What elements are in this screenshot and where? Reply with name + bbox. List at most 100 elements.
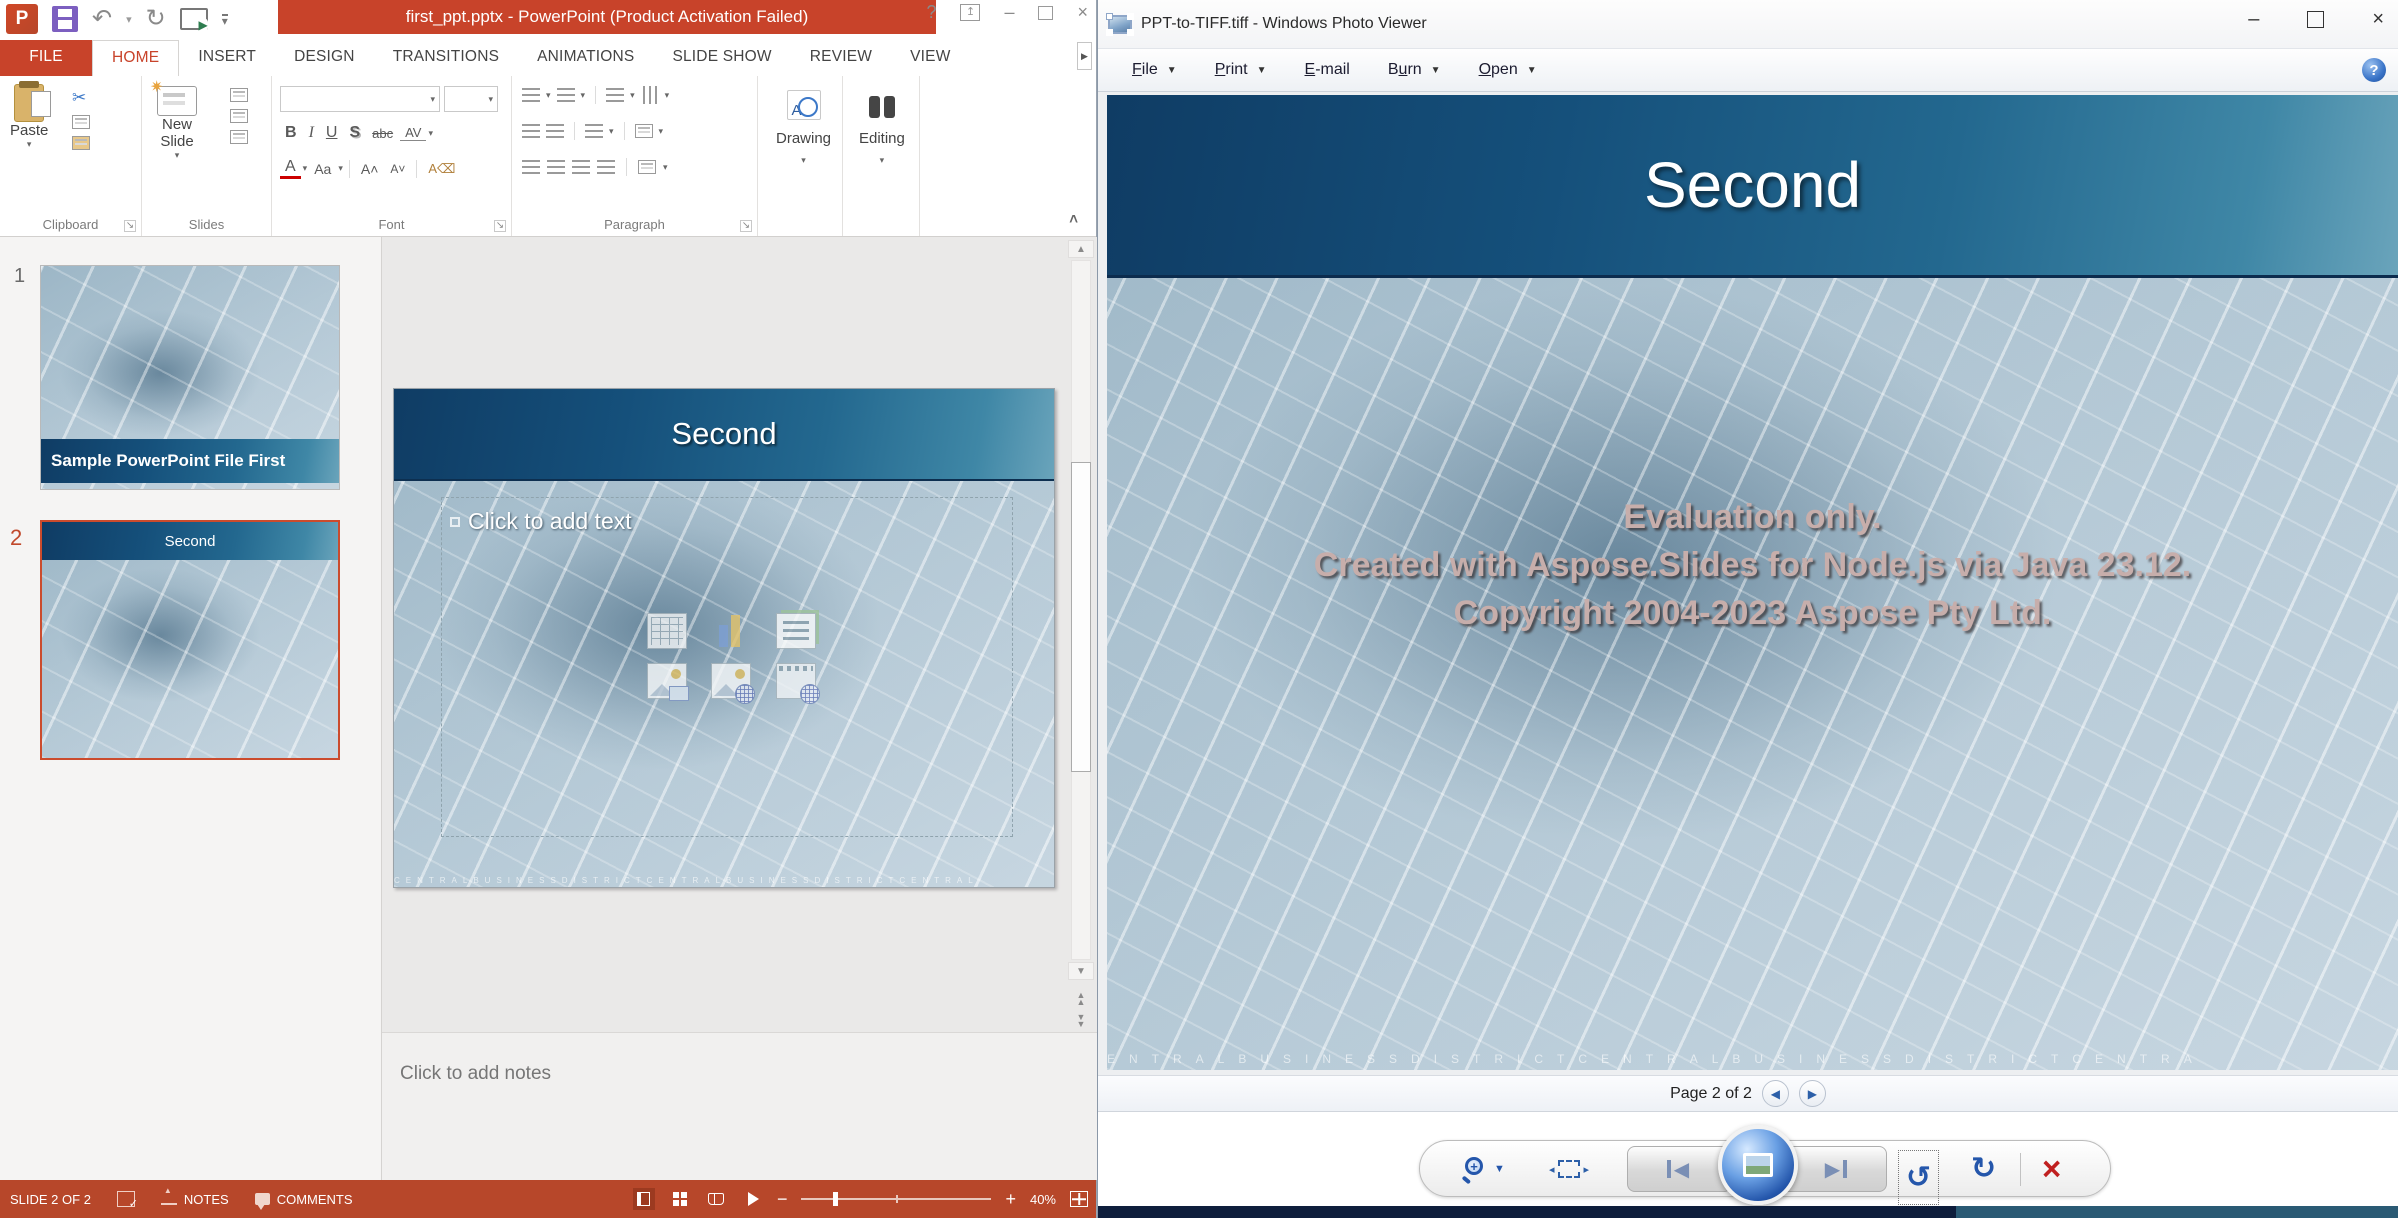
shrink-font-button[interactable]: A˅ [385,162,410,176]
tab-insert[interactable]: INSERT [179,40,275,76]
zoom-level[interactable]: 40% [1030,1192,1056,1207]
paste-dropdown-icon[interactable]: ▾ [27,139,32,150]
viewer-close-icon[interactable]: × [2372,8,2384,31]
insert-video-icon[interactable] [776,663,816,699]
content-placeholder[interactable]: Click to add text [441,497,1013,837]
delete-button[interactable]: × [2042,1141,2061,1196]
slide-thumbnail-1[interactable]: Sample PowerPoint File First [40,265,340,490]
menu-email[interactable]: E-mail [1305,61,1350,79]
spell-check-icon[interactable] [117,1191,135,1207]
grow-font-button[interactable]: A˄ [356,161,384,177]
scroll-up-icon[interactable]: ▲ [1068,240,1094,258]
font-size-dropdown-icon[interactable]: ▾ [488,94,493,105]
change-case-dropdown-icon[interactable]: ▾ [338,163,343,174]
tab-animations[interactable]: ANIMATIONS [518,40,653,76]
zoom-slider-thumb[interactable] [833,1192,838,1206]
comments-toggle[interactable]: COMMENTS [255,1192,353,1207]
tab-transitions[interactable]: TRANSITIONS [374,40,518,76]
text-shadow-button[interactable]: S [344,124,365,142]
font-size-select[interactable]: ▾ [444,86,498,112]
rotate-clockwise-button[interactable]: ↻ [1971,1141,1996,1196]
editing-button[interactable]: Editing ▾ [859,92,905,166]
normal-view-button[interactable] [633,1188,655,1210]
bold-button[interactable]: B [280,124,302,142]
help-icon[interactable]: ? [926,2,936,23]
paste-button[interactable]: Paste ▾ [10,84,48,150]
notes-pane[interactable]: Click to add notes [382,1032,1097,1180]
tab-design[interactable]: DESIGN [275,40,374,76]
copy-icon[interactable] [72,115,90,129]
clipboard-dialog-launcher-icon[interactable]: ↘ [124,220,136,232]
tab-file[interactable]: FILE [0,40,92,76]
zoom-slider[interactable] [801,1198,991,1200]
previous-image-button[interactable]: ◀ [1627,1146,1729,1192]
menu-burn[interactable]: Burn ▼ [1388,61,1441,79]
redo-icon[interactable]: ↻ [146,7,166,31]
columns-dropdown-icon[interactable]: ▾ [609,126,614,137]
zoom-in-icon[interactable]: + [1005,1190,1016,1208]
convert-smartart-icon[interactable] [638,160,656,174]
insert-online-picture-icon[interactable] [711,663,751,699]
drawing-button[interactable]: Drawing ▾ [776,90,831,166]
font-color-dropdown-icon[interactable]: ▾ [303,163,308,174]
section-icon[interactable] [230,130,248,144]
menu-open[interactable]: Open ▼ [1479,61,1537,79]
underline-button[interactable]: U [321,124,343,142]
font-name-dropdown-icon[interactable]: ▾ [430,94,435,105]
save-icon[interactable] [52,6,78,32]
font-name-select[interactable]: ▾ [280,86,440,112]
previous-slide-icon[interactable]: ▲▲ [1068,992,1094,1006]
character-spacing-button[interactable]: AV [400,125,426,141]
character-spacing-dropdown-icon[interactable]: ▾ [428,128,433,139]
layout-icon[interactable] [230,88,248,102]
undo-icon[interactable]: ↶ [92,7,112,31]
tab-view[interactable]: VIEW [891,40,969,76]
numbering-icon[interactable] [557,88,575,102]
italic-button[interactable]: I [304,124,319,142]
collapse-ribbon-icon[interactable]: ˄ [1069,211,1078,228]
zoom-button[interactable]: + ▼ [1462,1141,1505,1196]
clear-formatting-button[interactable]: A⌫ [423,161,460,177]
slide-thumbnail-2[interactable]: Second [40,520,340,760]
numbering-dropdown-icon[interactable]: ▾ [581,90,586,101]
drawing-dropdown-icon[interactable]: ▾ [801,155,806,166]
format-painter-icon[interactable] [72,136,90,150]
font-dialog-launcher-icon[interactable]: ↘ [494,220,506,232]
insert-picture-icon[interactable] [647,663,687,699]
viewer-help-icon[interactable]: ? [2362,58,2386,82]
reading-view-button[interactable] [705,1188,727,1210]
bullets-dropdown-icon[interactable]: ▾ [546,90,551,101]
menu-file[interactable]: File ▼ [1132,61,1177,79]
next-page-button[interactable]: ▶ [1799,1080,1826,1107]
align-right-icon[interactable] [572,160,590,174]
scroll-down-icon[interactable]: ▼ [1068,962,1094,980]
notes-toggle[interactable]: NOTES [161,1192,229,1207]
paragraph-dialog-launcher-icon[interactable]: ↘ [740,220,752,232]
powerpoint-logo-icon[interactable]: P [6,4,38,34]
zoom-out-icon[interactable]: − [777,1190,788,1208]
line-spacing-dropdown-icon[interactable]: ▾ [630,90,635,101]
next-slide-icon[interactable]: ▼▼ [1068,1014,1094,1028]
editing-dropdown-icon[interactable]: ▾ [880,155,885,166]
viewer-minimize-icon[interactable]: – [2248,8,2259,31]
reset-icon[interactable] [230,109,248,123]
tab-slide-show[interactable]: SLIDE SHOW [653,40,790,76]
rotate-counterclockwise-button[interactable]: ↺ [1898,1150,1939,1205]
zoom-dropdown-icon[interactable]: ▼ [1494,1163,1505,1175]
editing-slide[interactable]: Second Click to add text [393,388,1055,888]
tab-home[interactable]: HOME [92,40,179,76]
actual-size-button[interactable] [1558,1141,1580,1196]
viewer-maximize-icon[interactable] [2307,11,2324,28]
insert-smartart-icon[interactable] [776,613,816,649]
ribbon-display-options-icon[interactable]: ↥ [960,4,980,21]
slide-sorter-view-button[interactable] [669,1188,691,1210]
slide-title-band[interactable]: Second [394,389,1054,481]
increase-indent-icon[interactable] [546,124,564,138]
justify-icon[interactable] [597,160,615,174]
insert-chart-icon[interactable] [711,613,751,649]
font-color-button[interactable]: A [280,158,301,179]
customize-qat-icon[interactable]: ▾ [222,14,228,25]
strikethrough-button[interactable]: abc [367,126,398,141]
text-direction-dropdown-icon[interactable]: ▾ [665,90,670,101]
line-spacing-icon[interactable] [606,88,624,102]
